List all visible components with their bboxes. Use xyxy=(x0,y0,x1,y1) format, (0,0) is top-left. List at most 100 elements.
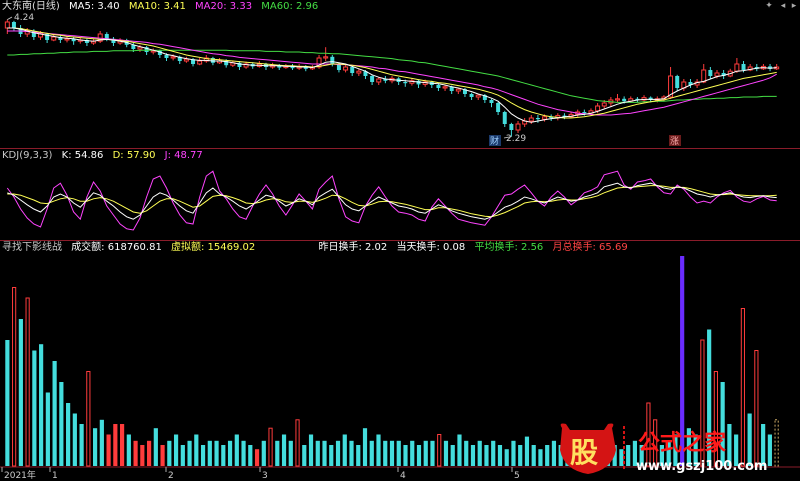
candle-body xyxy=(615,98,620,101)
volume-bar xyxy=(423,440,428,466)
brand-url: www.gszj100.com xyxy=(636,459,767,474)
high-price-label: 4.24 xyxy=(14,13,34,23)
volume-bar xyxy=(160,445,165,466)
volume-bar xyxy=(389,440,395,466)
volume-bar xyxy=(214,440,219,466)
volume-bar xyxy=(275,440,280,466)
volume-bar xyxy=(369,440,374,466)
volume-bar xyxy=(126,434,131,466)
candle-body xyxy=(323,56,329,59)
volume-bar xyxy=(25,297,30,467)
candles-layer xyxy=(4,16,780,139)
candle-body xyxy=(496,103,501,112)
candle-body xyxy=(442,86,448,89)
kdj-d: D: 57.90 xyxy=(112,150,156,161)
candle-body xyxy=(582,112,587,114)
candle-body xyxy=(701,69,707,83)
volume-bar xyxy=(416,445,422,466)
volume-bar xyxy=(59,382,64,466)
volume-bar xyxy=(140,445,145,466)
kdj-name: KDJ(9,3,3) xyxy=(2,150,53,161)
volume-bar xyxy=(32,350,37,466)
volume-bar xyxy=(248,445,253,466)
candle-body xyxy=(542,116,548,120)
candle-body xyxy=(455,88,461,92)
volume-bar xyxy=(234,434,239,466)
volume-bar xyxy=(457,434,462,466)
volume-bar xyxy=(538,449,543,466)
volume-bar xyxy=(18,319,23,466)
candle-body xyxy=(403,82,408,84)
candle-body xyxy=(502,112,507,124)
volume-bar xyxy=(464,440,469,466)
candle-body xyxy=(675,76,680,88)
candle-body xyxy=(51,36,57,41)
volume-bar xyxy=(362,428,368,466)
volume-bar xyxy=(295,419,300,467)
volume-bar xyxy=(281,434,287,466)
volume-bar xyxy=(403,445,408,466)
candle-body xyxy=(183,58,189,62)
volume-bar xyxy=(349,440,354,466)
candle-body xyxy=(595,105,601,112)
volume-bar xyxy=(106,434,111,466)
brand-name: 公式之家 xyxy=(638,430,727,456)
volume-bar xyxy=(524,436,530,466)
volume-bar xyxy=(79,424,84,466)
volume-bar xyxy=(39,344,44,466)
volume-bar xyxy=(443,440,449,466)
vol-month-rate: 月总换手: 65.69 xyxy=(552,242,628,253)
volume-bar xyxy=(497,445,503,466)
volume-bar xyxy=(329,445,334,466)
vol-avg-rate: 平均换手: 2.56 xyxy=(474,242,544,253)
volume-bar xyxy=(66,403,71,466)
volume-bar xyxy=(322,440,327,466)
volume-bar xyxy=(484,445,489,466)
candle-body xyxy=(601,102,607,107)
volume-bar xyxy=(99,419,104,466)
volume-bar xyxy=(52,361,57,466)
volume-bar xyxy=(518,445,523,466)
volume-bar xyxy=(504,449,509,466)
volume-bar xyxy=(173,434,179,466)
volume-bar xyxy=(531,445,536,466)
candle-body xyxy=(197,60,203,65)
kdj-k-line xyxy=(7,182,777,220)
candle-body xyxy=(343,66,349,71)
chart-window: { "header": { "title": "大东南(日线)", "ma": … xyxy=(0,0,800,481)
x-tick-label: 3 xyxy=(262,471,268,481)
vol-turnover: 成交额: 618760.81 xyxy=(71,242,162,253)
volume-bar xyxy=(308,434,314,466)
volume-bar xyxy=(5,340,10,466)
volume-bar xyxy=(470,445,476,466)
volume-bar xyxy=(72,413,77,466)
kdj-layer xyxy=(6,170,777,231)
candle-body xyxy=(535,118,540,120)
volume-bar xyxy=(335,440,341,466)
vol-prev-rate: 昨日换手: 2.02 xyxy=(318,242,388,253)
candle-body xyxy=(64,38,70,41)
candle-body xyxy=(714,72,720,77)
kdj-k: K: 54.86 xyxy=(61,150,104,161)
candle-body xyxy=(515,123,521,131)
vol-today-rate: 当天换手: 0.08 xyxy=(396,242,466,253)
volume-bar xyxy=(93,428,98,466)
volume-bar xyxy=(477,440,482,466)
mid-tag: 涨 xyxy=(670,136,679,147)
x-tick-label: 4 xyxy=(400,471,406,481)
candle-body xyxy=(734,63,740,72)
candle-body xyxy=(475,94,481,98)
ma-layer xyxy=(7,27,777,123)
candle-body xyxy=(708,70,713,76)
candle-body xyxy=(356,70,362,74)
volume-bar xyxy=(153,428,158,466)
volume-bar xyxy=(86,371,91,467)
high-marker xyxy=(7,16,13,20)
candle-body xyxy=(350,67,355,73)
candle-body xyxy=(330,56,335,64)
volume-bar xyxy=(227,440,233,466)
volume-bar xyxy=(491,440,496,466)
volume-bar xyxy=(268,427,273,467)
volume-bar xyxy=(410,440,415,466)
volume-bar xyxy=(356,445,361,466)
